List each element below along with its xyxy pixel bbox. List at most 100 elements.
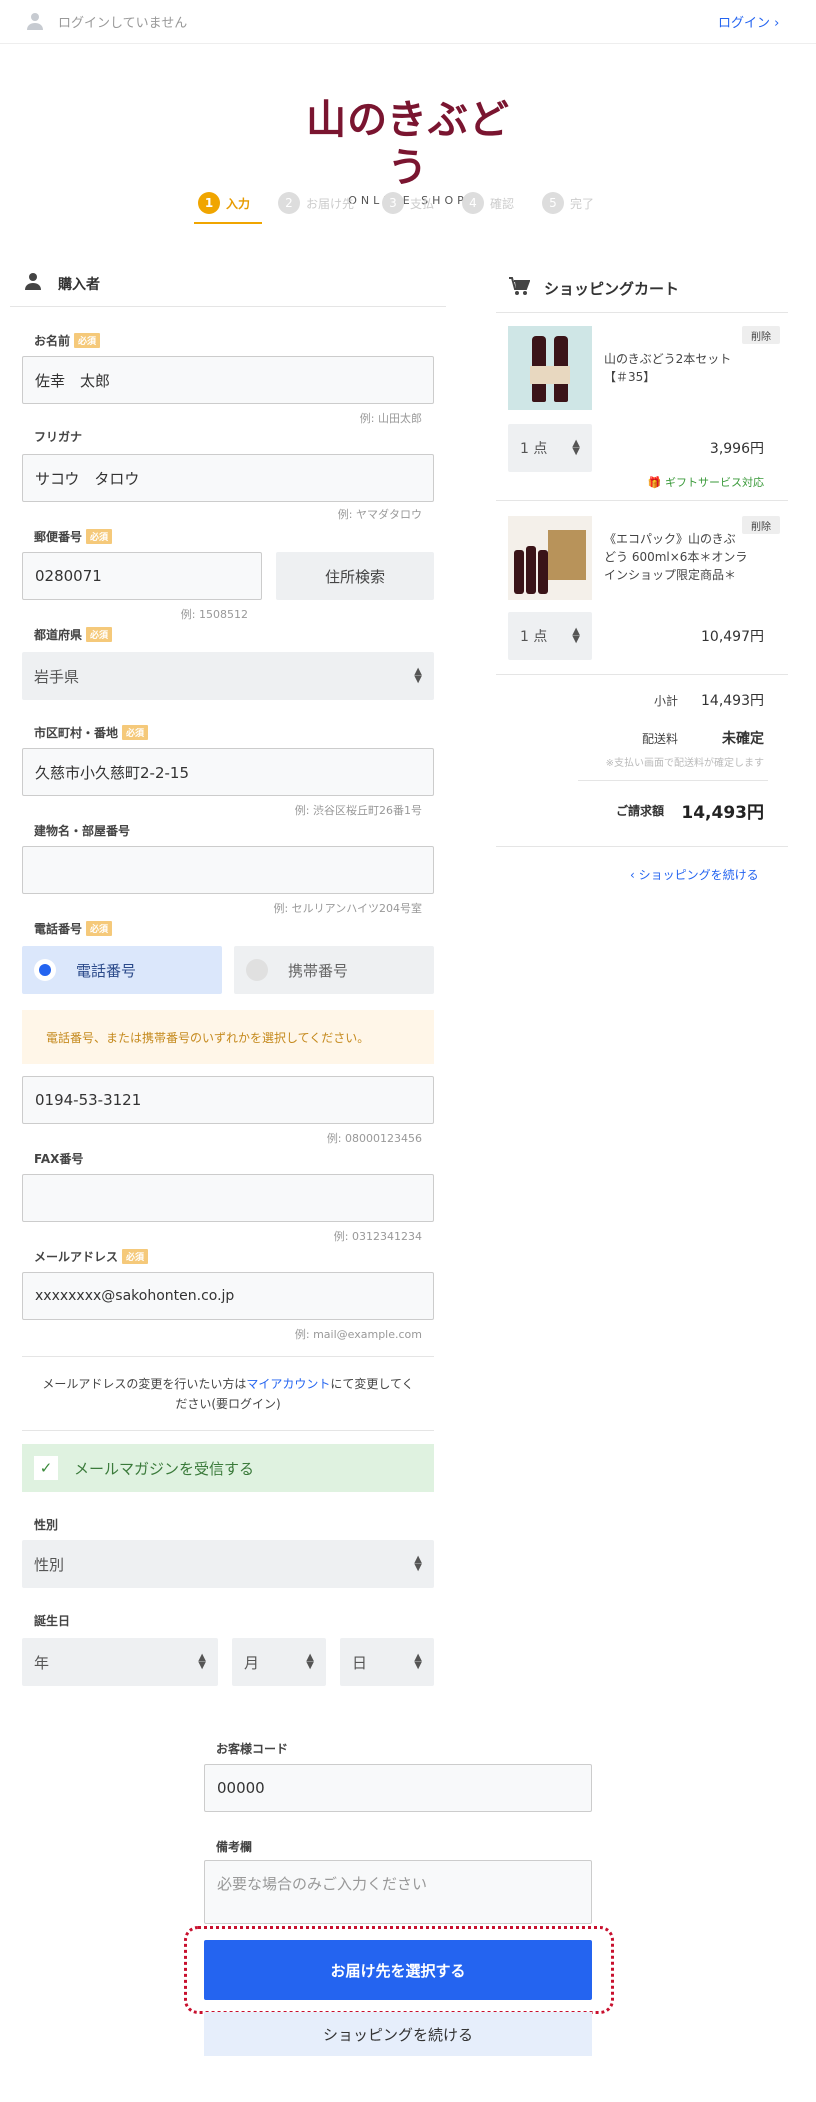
divider <box>22 1430 434 1431</box>
continue-shopping-button[interactable]: ショッピングを続ける <box>204 2012 592 2056</box>
divider <box>496 312 788 313</box>
select-arrows-icon: ▲ ▼ <box>306 1652 314 1671</box>
remarks-label: 備考欄 <box>216 1840 253 1854</box>
subtotal-label: 小計 <box>653 694 678 708</box>
select-arrows-icon: ▲ ▼ <box>414 666 422 685</box>
delete-button[interactable]: 削除 <box>742 326 780 344</box>
zip-example: 例: 1508512 <box>180 608 248 621</box>
select-arrows-icon: ▲ ▼ <box>572 626 580 645</box>
phone-input[interactable]: 0194-53-3121 <box>22 1076 434 1124</box>
required-badge: 必須 <box>74 333 101 348</box>
buyer-title: 購入者 <box>58 277 100 293</box>
required-badge: 必須 <box>122 1249 149 1264</box>
birth-day-select[interactable]: 日 ▲ ▼ <box>340 1638 434 1686</box>
product-name-2[interactable]: 《エコパック》山のきぶ どう 600ml×6本＊オンラ インショップ限定商品＊ <box>604 530 747 584</box>
email-input[interactable]: xxxxxxxx@sakohonten.co.jp <box>22 1272 434 1320</box>
select-arrows-icon: ▲ ▼ <box>572 438 580 457</box>
name-label: お名前 必須 <box>34 332 101 349</box>
login-status: ログインしていません <box>58 16 188 31</box>
zip-label: 郵便番号 必須 <box>34 528 113 545</box>
city-example: 例: 渋谷区桜丘町26番1号 <box>294 804 422 817</box>
name-input[interactable]: 佐幸 太郎 <box>22 356 434 404</box>
city-input[interactable]: 久慈市小久慈町2-2-15 <box>22 748 434 796</box>
cart-title: ショッピングカート <box>544 280 680 298</box>
email-label: メールアドレス 必須 <box>34 1248 149 1265</box>
logo-text: 山のきぶどう <box>306 96 510 191</box>
step-input: 1 入力 <box>198 192 250 214</box>
fax-example: 例: 0312341234 <box>333 1230 422 1243</box>
gender-label: 性別 <box>34 1518 59 1532</box>
customer-code-input[interactable]: 00000 <box>204 1764 592 1812</box>
name-example: 例: 山田太郎 <box>359 412 422 425</box>
zip-input[interactable]: 0280071 <box>22 552 262 600</box>
chevron-right-icon: › <box>774 16 780 31</box>
divider <box>578 780 768 781</box>
divider <box>22 1356 434 1357</box>
product-image-2[interactable] <box>508 516 592 600</box>
pref-label: 都道府県 必須 <box>34 626 113 643</box>
address-search-button[interactable]: 住所検索 <box>276 552 434 600</box>
building-label: 建物名・部屋番号 <box>34 824 131 838</box>
required-badge: 必須 <box>122 725 149 740</box>
email-note: メールアドレスの変更を行いたい方はマイアカウントにて変更してく ださい(要ログイン… <box>42 1377 414 1411</box>
total-value: 14,493円 <box>681 803 764 823</box>
radio-phone-label: 電話番号 <box>76 961 137 980</box>
delete-button[interactable]: 削除 <box>742 516 780 534</box>
user-icon <box>27 13 43 30</box>
quantity-select-2[interactable]: 1 点 ▲ ▼ <box>508 612 592 660</box>
fax-label: FAX番号 <box>34 1152 84 1166</box>
login-link[interactable]: ログイン › <box>718 12 779 31</box>
login-link-label[interactable]: ログイン <box>718 16 770 31</box>
birth-year-select[interactable]: 年 ▲ ▼ <box>22 1638 218 1686</box>
radio-mobile[interactable]: 携帯番号 <box>234 946 434 994</box>
step-payment: 3 支払 <box>382 192 434 214</box>
product-price-1: 3,996円 <box>709 441 764 457</box>
select-arrows-icon: ▲ ▼ <box>414 1554 422 1573</box>
birthday-label: 誕生日 <box>34 1614 71 1628</box>
total-label: ご請求額 <box>615 804 664 818</box>
kana-label: フリガナ <box>34 430 83 444</box>
phone-label: 電話番号 必須 <box>34 920 113 937</box>
radio-phone[interactable]: 電話番号 <box>22 946 222 994</box>
city-label: 市区町村・番地 必須 <box>34 724 149 741</box>
shipping-note: ※支払い画面で配送料が確定します <box>605 758 764 769</box>
gift-service-badge: 🎁 ギフトサービス対応 <box>647 476 764 489</box>
building-example: 例: セルリアンハイツ204号室 <box>273 902 422 915</box>
shipping-value: 未確定 <box>722 731 764 747</box>
divider <box>496 500 788 501</box>
remarks-textarea[interactable]: 必要な場合のみご入力ください <box>204 1860 592 1924</box>
product-name-1[interactable]: 山のきぶどう2本セット 【＃35】 <box>604 350 731 386</box>
step-confirm: 4 確認 <box>462 192 514 214</box>
divider <box>496 846 788 847</box>
step-complete: 5 完了 <box>542 192 594 214</box>
radio-unselected-icon <box>246 959 268 981</box>
birth-month-select[interactable]: 月 ▲ ▼ <box>232 1638 326 1686</box>
newsletter-label: メールマガジンを受信する <box>74 1459 255 1478</box>
radio-mobile-label: 携帯番号 <box>288 961 349 980</box>
checkmark-icon: ✓ <box>34 1456 58 1480</box>
select-delivery-button[interactable]: お届け先を選択する <box>204 1940 592 2000</box>
radio-selected-icon <box>34 959 56 981</box>
newsletter-checkbox[interactable]: ✓ メールマガジンを受信する <box>22 1444 434 1492</box>
quantity-select-1[interactable]: 1 点 ▲ ▼ <box>508 424 592 472</box>
fax-input[interactable] <box>22 1174 434 1222</box>
prefecture-select[interactable]: 岩手県 ▲ ▼ <box>22 652 434 700</box>
required-badge: 必須 <box>86 921 113 936</box>
phone-note: 電話番号、または携帯番号のいずれかを選択してください。 <box>22 1010 434 1064</box>
shop-logo[interactable]: 山のきぶどう ONLINE SHOP <box>300 96 516 207</box>
cart-icon <box>509 277 530 295</box>
product-image-1[interactable] <box>508 326 592 410</box>
building-input[interactable] <box>22 846 434 894</box>
continue-shopping-link[interactable]: ‹ ショッピングを続ける <box>630 866 759 883</box>
phone-example: 例: 08000123456 <box>326 1132 422 1145</box>
user-icon <box>25 273 41 290</box>
product-price-2: 10,497円 <box>701 629 764 645</box>
gender-select[interactable]: 性別 ▲ ▼ <box>22 1540 434 1588</box>
active-step-underline <box>194 222 262 224</box>
my-account-link[interactable]: マイアカウント <box>246 1377 330 1391</box>
required-badge: 必須 <box>86 627 113 642</box>
select-arrows-icon: ▲ ▼ <box>414 1652 422 1671</box>
gift-icon: 🎁 <box>647 476 662 489</box>
kana-input[interactable]: サコウ タロウ <box>22 454 434 502</box>
email-example: 例: mail@example.com <box>294 1328 422 1341</box>
